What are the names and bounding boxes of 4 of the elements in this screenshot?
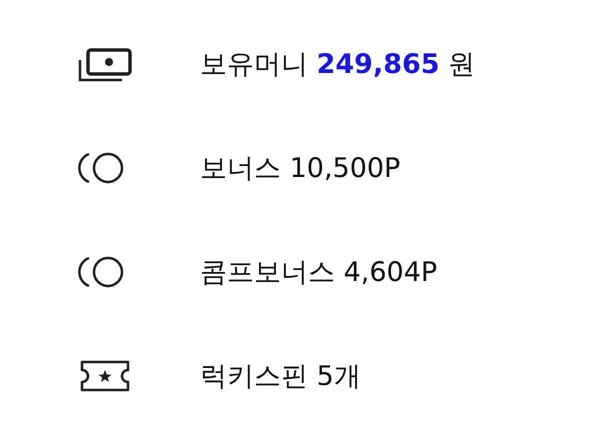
balance-text: 보유머니 249,865 원 (200, 48, 476, 82)
item-label: 럭키스핀 5개 (200, 360, 361, 394)
item-label: 콤프보너스 4,604P (200, 256, 438, 290)
item-label: 보너스 10,500P (200, 152, 400, 186)
